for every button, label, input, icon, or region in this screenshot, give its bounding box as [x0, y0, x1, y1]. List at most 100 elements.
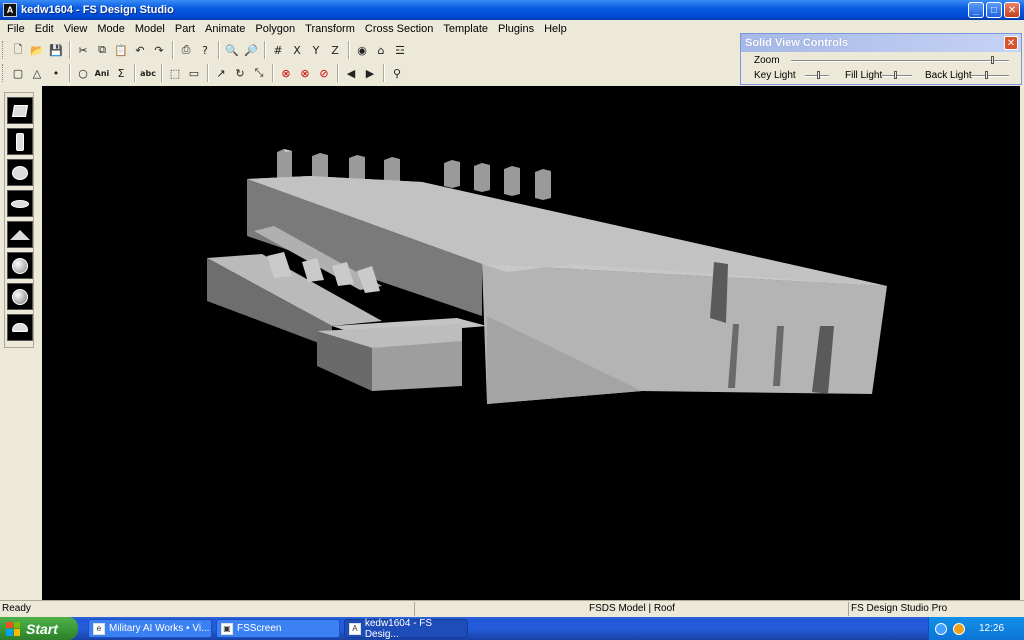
- primitive-shape: [11, 104, 29, 117]
- menu-file[interactable]: File: [2, 20, 30, 38]
- grid-icon[interactable]: #: [269, 41, 287, 59]
- save-icon[interactable]: 💾: [47, 41, 65, 59]
- key-light-slider[interactable]: [805, 71, 829, 79]
- delete-red-icon-2[interactable]: ⊗: [296, 64, 314, 82]
- network-icon[interactable]: [935, 622, 947, 635]
- sum-icon[interactable]: Σ: [112, 64, 130, 82]
- select-box-icon[interactable]: ▢: [9, 64, 27, 82]
- pyramid-primitive-icon[interactable]: [7, 221, 33, 248]
- maximize-button[interactable]: □: [986, 2, 1002, 18]
- menu-edit[interactable]: Edit: [30, 20, 59, 38]
- 3d-viewport[interactable]: [42, 86, 1022, 598]
- key-light-slider-thumb[interactable]: [817, 71, 820, 79]
- rotate-icon[interactable]: ↻: [231, 64, 249, 82]
- menu-polygon[interactable]: Polygon: [250, 20, 300, 38]
- geosphere-primitive-icon[interactable]: [7, 283, 33, 310]
- toolbar-separator: [272, 64, 274, 82]
- menu-animate[interactable]: Animate: [200, 20, 250, 38]
- solid-view-controls-title: Solid View Controls: [745, 37, 849, 49]
- paste-icon[interactable]: 📋: [112, 41, 130, 59]
- status-ready: Ready: [2, 603, 31, 614]
- zoom-slider-thumb[interactable]: [991, 56, 994, 64]
- align-x-icon[interactable]: X: [288, 41, 306, 59]
- browser-icon: e: [93, 622, 105, 635]
- toolbar-separator: [172, 41, 174, 59]
- scale-icon[interactable]: ⤡: [250, 64, 268, 82]
- help-icon[interactable]: ?: [196, 41, 214, 59]
- menu-plugins[interactable]: Plugins: [493, 20, 539, 38]
- window-titlebar[interactable]: A kedw1604 - FS Design Studio _ □ ✕: [0, 0, 1024, 20]
- zoom-out-icon[interactable]: 🔎: [242, 41, 260, 59]
- flat-disc-primitive-icon[interactable]: [7, 190, 33, 217]
- delete-red-icon-3[interactable]: ⊘: [315, 64, 333, 82]
- redo-icon[interactable]: ↷: [150, 41, 168, 59]
- primitive-palette: [0, 86, 42, 600]
- menu-bar: File Edit View Mode Model Part Animate Polygon T…: [0, 20, 740, 38]
- align-z-icon[interactable]: Z: [326, 41, 344, 59]
- main-toolbar: 🗋 📂 💾 ✂ ⧉ 📋 ↶ ↷ ⎙? 🔍 🔎 # X Y Z ◉ ⌂ ☲: [2, 39, 410, 61]
- dotted-select-icon[interactable]: ⬚: [166, 64, 184, 82]
- copy-icon[interactable]: ⧉: [93, 41, 111, 59]
- solid-view-close-button[interactable]: ✕: [1004, 36, 1018, 50]
- solid-view-controls-titlebar[interactable]: Solid View Controls ✕: [741, 34, 1021, 52]
- menu-help[interactable]: Help: [539, 20, 572, 38]
- menu-template[interactable]: Template: [438, 20, 493, 38]
- abc-icon[interactable]: abc: [139, 64, 157, 82]
- solid-view-controls-panel: Solid View Controls ✕ Zoom Key Light Fil…: [740, 33, 1022, 85]
- close-button[interactable]: ✕: [1004, 2, 1020, 18]
- box-primitive-icon[interactable]: [7, 97, 33, 124]
- align-y-icon[interactable]: Y: [307, 41, 325, 59]
- dome-primitive-icon[interactable]: [7, 314, 33, 341]
- toolbar-grip[interactable]: [2, 41, 5, 59]
- fill-light-slider[interactable]: [882, 71, 912, 79]
- zoom-label: Zoom: [754, 55, 780, 66]
- solid-view-icon[interactable]: ◉: [353, 41, 371, 59]
- cut-icon[interactable]: ✂: [74, 41, 92, 59]
- print-icon[interactable]: ⎙: [177, 41, 195, 59]
- toolbar-separator: [161, 64, 163, 82]
- menu-part[interactable]: Part: [170, 20, 200, 38]
- previous-icon[interactable]: ◀: [342, 64, 360, 82]
- delete-red-icon-1[interactable]: ⊗: [277, 64, 295, 82]
- move-icon[interactable]: ↗: [212, 64, 230, 82]
- ruler-icon[interactable]: ▭: [185, 64, 203, 82]
- toolbar-separator: [337, 64, 339, 82]
- fsds-app-icon[interactable]: A: [3, 3, 17, 17]
- taskbar-item-browser[interactable]: e Military AI Works • Vi...: [88, 619, 212, 638]
- disc-primitive-icon[interactable]: [7, 159, 33, 186]
- zoom-slider[interactable]: [791, 56, 1009, 64]
- cylinder-primitive-icon[interactable]: [7, 128, 33, 155]
- menu-mode[interactable]: Mode: [92, 20, 130, 38]
- security-icon[interactable]: [953, 622, 965, 635]
- taskbar-item-fsscreen[interactable]: ▣ FSScreen: [216, 619, 340, 638]
- menu-cross-section[interactable]: Cross Section: [360, 20, 438, 38]
- taskbar-item-fsds[interactable]: A kedw1604 - FS Desig...: [344, 618, 468, 640]
- zoom-in-icon[interactable]: 🔍: [223, 41, 241, 59]
- menu-view[interactable]: View: [59, 20, 93, 38]
- back-light-slider-thumb[interactable]: [985, 71, 988, 79]
- home-view-icon[interactable]: ⌂: [372, 41, 390, 59]
- animation-icon[interactable]: Ani: [93, 64, 111, 82]
- primitive-shape: [10, 229, 30, 240]
- fill-light-slider-thumb[interactable]: [894, 71, 897, 79]
- menu-transform[interactable]: Transform: [300, 20, 360, 38]
- start-button[interactable]: Start: [0, 617, 78, 640]
- sphere-primitive-icon[interactable]: [7, 252, 33, 279]
- back-light-slider[interactable]: [971, 71, 1009, 79]
- minimize-button[interactable]: _: [968, 2, 984, 18]
- toolbar-separator: [69, 64, 71, 82]
- new-file-icon[interactable]: 🗋: [9, 41, 27, 59]
- point-icon[interactable]: •: [47, 64, 65, 82]
- triangle-icon[interactable]: △: [28, 64, 46, 82]
- clock: 12:26: [979, 623, 1005, 634]
- toolbar-separator: [69, 41, 71, 59]
- render-icon[interactable]: ☲: [391, 41, 409, 59]
- toolbar-grip[interactable]: [2, 64, 5, 82]
- undo-icon[interactable]: ↶: [131, 41, 149, 59]
- menu-model[interactable]: Model: [130, 20, 170, 38]
- next-icon[interactable]: ▶: [361, 64, 379, 82]
- toolbar-separator: [218, 41, 220, 59]
- circle-icon[interactable]: ○: [74, 64, 92, 82]
- binoculars-icon[interactable]: ⚲: [388, 64, 406, 82]
- open-folder-icon[interactable]: 📂: [28, 41, 46, 59]
